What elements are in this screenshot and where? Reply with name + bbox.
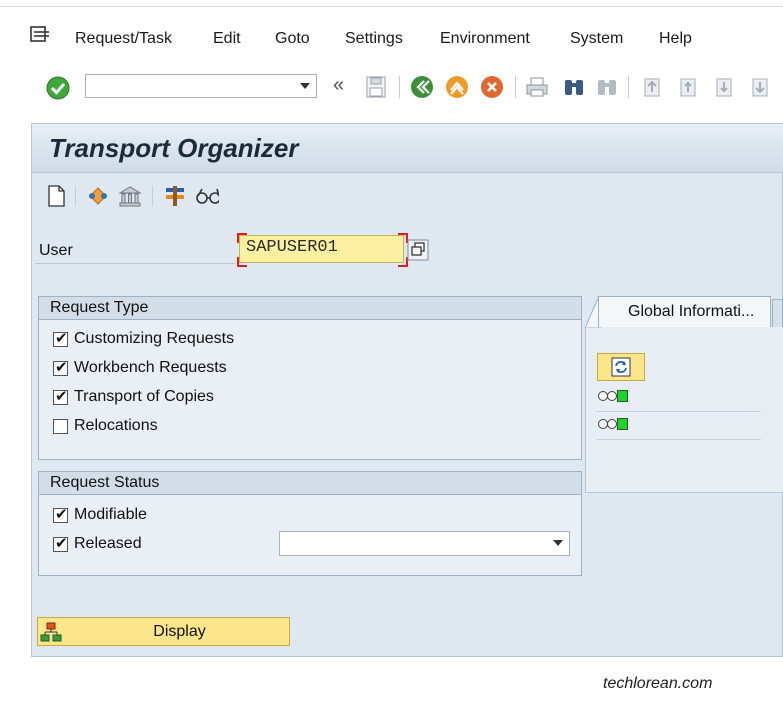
menu-edit[interactable]: Edit — [213, 30, 241, 48]
status-row — [597, 413, 761, 440]
required-corner-marker — [237, 257, 247, 267]
user-label-underline — [35, 263, 235, 264]
menu-icon[interactable] — [30, 26, 50, 44]
chevron-down-icon[interactable] — [300, 83, 310, 89]
released-date-select[interactable] — [279, 531, 570, 556]
create-document-icon[interactable] — [44, 184, 68, 208]
released-label: Released — [74, 535, 142, 552]
refresh-button[interactable] — [597, 353, 645, 381]
transport-tree-icon[interactable] — [86, 184, 110, 208]
request-type-group: Request Type — [38, 296, 582, 460]
checkmark-icon: ✔ — [55, 359, 68, 376]
user-label: User — [39, 242, 73, 259]
relocations-label: Relocations — [74, 417, 158, 434]
modifiable-checkbox[interactable]: ✔ — [53, 506, 68, 523]
transport-of-copies-label: Transport of Copies — [74, 388, 214, 405]
next-page-icon[interactable] — [712, 75, 736, 99]
customizing-requests-label: Customizing Requests — [74, 330, 235, 347]
menu-system[interactable]: System — [570, 30, 623, 48]
display-button[interactable]: Display — [37, 617, 290, 646]
required-corner-marker — [237, 233, 247, 243]
request-type-title: Request Type — [50, 299, 149, 316]
collapse-icon[interactable]: « — [333, 74, 344, 97]
display-button-label: Display — [153, 623, 206, 640]
enter-check-icon[interactable] — [46, 76, 70, 100]
tools-icon[interactable] — [163, 184, 187, 208]
app-toolbar-separator — [152, 186, 153, 206]
status-lamp-off-icon — [607, 419, 617, 429]
user-field[interactable]: SAPUSER01 — [239, 235, 404, 263]
last-page-icon[interactable] — [748, 75, 772, 99]
print-icon[interactable] — [525, 75, 549, 99]
first-page-icon[interactable] — [640, 75, 664, 99]
command-field[interactable] — [85, 74, 317, 98]
request-status-title: Request Status — [50, 474, 160, 491]
back-green-icon[interactable] — [410, 75, 434, 99]
modifiable-label: Modifiable — [74, 506, 147, 523]
app-toolbar-separator — [75, 186, 76, 206]
checkmark-icon: ✔ — [55, 535, 68, 552]
status-row — [597, 385, 761, 412]
relocations-checkbox[interactable] — [53, 419, 68, 434]
menu-request-task[interactable]: Request/Task — [75, 30, 172, 48]
save-icon[interactable] — [364, 75, 388, 99]
refresh-icon — [611, 357, 631, 377]
menu-settings[interactable]: Settings — [345, 30, 403, 48]
toolbar-separator — [628, 76, 629, 98]
menu-bar: Request/Task Edit Goto Settings Environm… — [0, 0, 783, 63]
toolbar-separator — [515, 76, 516, 98]
menu-environment[interactable]: Environment — [440, 30, 530, 48]
watermark: techlorean.com — [603, 675, 713, 692]
checkmark-icon: ✔ — [55, 330, 68, 347]
request-type-header: Request Type — [39, 297, 581, 320]
released-checkbox[interactable]: ✔ — [53, 535, 68, 552]
top-border — [0, 6, 783, 7]
toolbar-separator — [399, 76, 400, 98]
customizing-requests-checkbox[interactable]: ✔ — [53, 330, 68, 347]
workbench-requests-checkbox[interactable]: ✔ — [53, 359, 68, 376]
glasses-icon[interactable] — [195, 184, 219, 208]
page-title: Transport Organizer — [49, 133, 299, 163]
request-status-header: Request Status — [39, 472, 581, 495]
find-icon[interactable] — [562, 75, 586, 99]
workbench-requests-label: Workbench Requests — [74, 359, 227, 376]
transport-of-copies-checkbox[interactable]: ✔ — [53, 388, 68, 405]
building-icon[interactable] — [118, 184, 142, 208]
cancel-icon[interactable] — [480, 75, 504, 99]
menu-goto[interactable]: Goto — [275, 30, 310, 48]
checkmark-icon: ✔ — [55, 388, 68, 405]
status-lamp-green-icon — [617, 418, 628, 430]
checkmark-icon: ✔ — [55, 506, 68, 523]
status-lamp-green-icon — [617, 390, 628, 402]
multiple-selection-icon[interactable] — [407, 239, 429, 261]
status-lamp-off-icon — [607, 391, 617, 401]
find-next-icon[interactable] — [595, 75, 619, 99]
tab-next[interactable] — [772, 299, 783, 327]
tab-global-information-label: Global Informati... — [628, 303, 755, 320]
menu-help[interactable]: Help — [659, 30, 692, 48]
chevron-down-icon[interactable] — [553, 540, 563, 546]
exit-icon[interactable] — [445, 75, 469, 99]
previous-page-icon[interactable] — [676, 75, 700, 99]
